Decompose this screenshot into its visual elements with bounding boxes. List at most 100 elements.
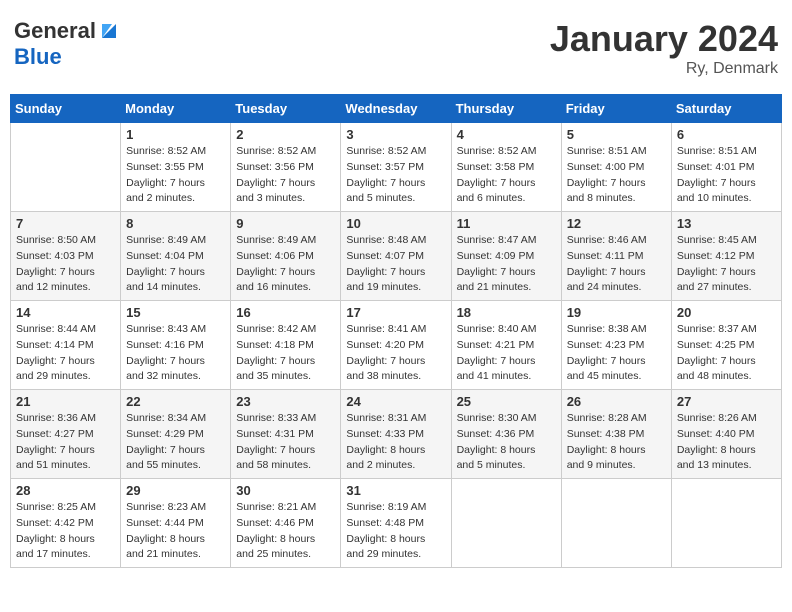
day-number: 27: [677, 394, 776, 409]
day-number: 10: [346, 216, 445, 231]
day-number: 14: [16, 305, 115, 320]
calendar-cell: 14 Sunrise: 8:44 AMSunset: 4:14 PMDayligh…: [11, 301, 121, 390]
calendar-cell: 20Sunrise: 8:37 AMSunset: 4:25 PMDayligh…: [671, 301, 781, 390]
day-number: 15: [126, 305, 225, 320]
week-row-1: 1 Sunrise: 8:52 AMSunset: 3:55 PMDaylight…: [11, 123, 782, 212]
week-row-5: 28Sunrise: 8:25 AMSunset: 4:42 PMDayligh…: [11, 479, 782, 568]
day-number: 29: [126, 483, 225, 498]
day-info: Sunrise: 8:51 AMSunset: 4:00 PMDaylight:…: [567, 144, 666, 207]
day-info: Sunrise: 8:50 AMSunset: 4:03 PMDaylight:…: [16, 233, 115, 296]
day-number: 20: [677, 305, 776, 320]
day-info: Sunrise: 8:34 AMSunset: 4:29 PMDaylight:…: [126, 411, 225, 474]
day-info: Sunrise: 8:46 AMSunset: 4:11 PMDaylight:…: [567, 233, 666, 296]
day-info: Sunrise: 8:42 AMSunset: 4:18 PMDaylight:…: [236, 322, 335, 385]
week-row-4: 21 Sunrise: 8:36 AMSunset: 4:27 PMDayligh…: [11, 390, 782, 479]
day-info: Sunrise: 8:31 AMSunset: 4:33 PMDaylight:…: [346, 411, 445, 474]
calendar-cell: 7 Sunrise: 8:50 AMSunset: 4:03 PMDaylight…: [11, 212, 121, 301]
day-number: 7: [16, 216, 115, 231]
day-number: 31: [346, 483, 445, 498]
day-info: Sunrise: 8:40 AMSunset: 4:21 PMDaylight:…: [457, 322, 556, 385]
dow-saturday: Saturday: [671, 95, 781, 123]
day-number: 21: [16, 394, 115, 409]
calendar-cell: 6 Sunrise: 8:51 AMSunset: 4:01 PMDaylight…: [671, 123, 781, 212]
day-info: Sunrise: 8:48 AMSunset: 4:07 PMDaylight:…: [346, 233, 445, 296]
day-info: Sunrise: 8:41 AMSunset: 4:20 PMDaylight:…: [346, 322, 445, 385]
calendar-cell: [671, 479, 781, 568]
calendar-cell: 24 Sunrise: 8:31 AMSunset: 4:33 PMDayligh…: [341, 390, 451, 479]
day-number: 12: [567, 216, 666, 231]
dow-thursday: Thursday: [451, 95, 561, 123]
day-number: 24: [346, 394, 445, 409]
day-number: 8: [126, 216, 225, 231]
calendar-cell: 19Sunrise: 8:38 AMSunset: 4:23 PMDayligh…: [561, 301, 671, 390]
day-info: Sunrise: 8:52 AMSunset: 3:55 PMDaylight:…: [126, 144, 225, 207]
calendar-cell: 29 Sunrise: 8:23 AMSunset: 4:44 PMDayligh…: [121, 479, 231, 568]
day-info: Sunrise: 8:33 AMSunset: 4:31 PMDaylight:…: [236, 411, 335, 474]
day-number: 17: [346, 305, 445, 320]
day-number: 13: [677, 216, 776, 231]
logo-blue: Blue: [14, 44, 62, 69]
day-number: 25: [457, 394, 556, 409]
day-info: Sunrise: 8:47 AMSunset: 4:09 PMDaylight:…: [457, 233, 556, 296]
day-number: 1: [126, 127, 225, 142]
calendar-cell: 10 Sunrise: 8:48 AMSunset: 4:07 PMDayligh…: [341, 212, 451, 301]
day-info: Sunrise: 8:52 AMSunset: 3:56 PMDaylight:…: [236, 144, 335, 207]
calendar-cell: 2 Sunrise: 8:52 AMSunset: 3:56 PMDaylight…: [231, 123, 341, 212]
calendar-cell: 28Sunrise: 8:25 AMSunset: 4:42 PMDayligh…: [11, 479, 121, 568]
calendar-cell: 13 Sunrise: 8:45 AMSunset: 4:12 PMDayligh…: [671, 212, 781, 301]
header-right: January 2024 Ry, Denmark: [550, 18, 778, 78]
day-info: Sunrise: 8:26 AMSunset: 4:40 PMDaylight:…: [677, 411, 776, 474]
day-info: Sunrise: 8:21 AMSunset: 4:46 PMDaylight:…: [236, 500, 335, 563]
calendar-cell: 3Sunrise: 8:52 AMSunset: 3:57 PMDaylight…: [341, 123, 451, 212]
dow-tuesday: Tuesday: [231, 95, 341, 123]
day-number: 30: [236, 483, 335, 498]
day-number: 2: [236, 127, 335, 142]
calendar-cell: 31 Sunrise: 8:19 AMSunset: 4:48 PMDayligh…: [341, 479, 451, 568]
logo: General Blue: [14, 18, 120, 70]
day-number: 18: [457, 305, 556, 320]
day-info: Sunrise: 8:43 AMSunset: 4:16 PMDaylight:…: [126, 322, 225, 385]
day-number: 4: [457, 127, 556, 142]
day-number: 11: [457, 216, 556, 231]
dow-sunday: Sunday: [11, 95, 121, 123]
day-info: Sunrise: 8:36 AMSunset: 4:27 PMDaylight:…: [16, 411, 115, 474]
calendar-cell: 11 Sunrise: 8:47 AMSunset: 4:09 PMDayligh…: [451, 212, 561, 301]
day-info: Sunrise: 8:23 AMSunset: 4:44 PMDaylight:…: [126, 500, 225, 563]
day-info: Sunrise: 8:19 AMSunset: 4:48 PMDaylight:…: [346, 500, 445, 563]
day-info: Sunrise: 8:28 AMSunset: 4:38 PMDaylight:…: [567, 411, 666, 474]
logo-general: General: [14, 18, 96, 44]
day-info: Sunrise: 8:30 AMSunset: 4:36 PMDaylight:…: [457, 411, 556, 474]
day-number: 9: [236, 216, 335, 231]
day-number: 16: [236, 305, 335, 320]
dow-wednesday: Wednesday: [341, 95, 451, 123]
day-number: 23: [236, 394, 335, 409]
dow-friday: Friday: [561, 95, 671, 123]
calendar-cell: 15 Sunrise: 8:43 AMSunset: 4:16 PMDayligh…: [121, 301, 231, 390]
calendar-table: SundayMondayTuesdayWednesdayThursdayFrid…: [10, 94, 782, 568]
day-number: 22: [126, 394, 225, 409]
calendar-cell: 17 Sunrise: 8:41 AMSunset: 4:20 PMDayligh…: [341, 301, 451, 390]
calendar-cell: 21 Sunrise: 8:36 AMSunset: 4:27 PMDayligh…: [11, 390, 121, 479]
calendar-cell: 23 Sunrise: 8:33 AMSunset: 4:31 PMDayligh…: [231, 390, 341, 479]
calendar-cell: 9 Sunrise: 8:49 AMSunset: 4:06 PMDaylight…: [231, 212, 341, 301]
day-info: Sunrise: 8:49 AMSunset: 4:06 PMDaylight:…: [236, 233, 335, 296]
calendar-cell: [451, 479, 561, 568]
logo-icon: [98, 20, 120, 42]
calendar-cell: 1 Sunrise: 8:52 AMSunset: 3:55 PMDaylight…: [121, 123, 231, 212]
day-number: 5: [567, 127, 666, 142]
calendar-cell: 4 Sunrise: 8:52 AMSunset: 3:58 PMDaylight…: [451, 123, 561, 212]
calendar-cell: 22 Sunrise: 8:34 AMSunset: 4:29 PMDayligh…: [121, 390, 231, 479]
days-of-week-row: SundayMondayTuesdayWednesdayThursdayFrid…: [11, 95, 782, 123]
calendar-cell: 26Sunrise: 8:28 AMSunset: 4:38 PMDayligh…: [561, 390, 671, 479]
day-info: Sunrise: 8:52 AMSunset: 3:57 PMDaylight:…: [346, 144, 445, 207]
calendar-cell: 27 Sunrise: 8:26 AMSunset: 4:40 PMDayligh…: [671, 390, 781, 479]
month-title: January 2024: [550, 18, 778, 60]
day-info: Sunrise: 8:51 AMSunset: 4:01 PMDaylight:…: [677, 144, 776, 207]
calendar-cell: [561, 479, 671, 568]
day-number: 6: [677, 127, 776, 142]
page-header: General Blue January 2024 Ry, Denmark: [10, 10, 782, 86]
day-info: Sunrise: 8:44 AMSunset: 4:14 PMDaylight:…: [16, 322, 115, 385]
location: Ry, Denmark: [550, 60, 778, 78]
day-info: Sunrise: 8:45 AMSunset: 4:12 PMDaylight:…: [677, 233, 776, 296]
day-info: Sunrise: 8:52 AMSunset: 3:58 PMDaylight:…: [457, 144, 556, 207]
